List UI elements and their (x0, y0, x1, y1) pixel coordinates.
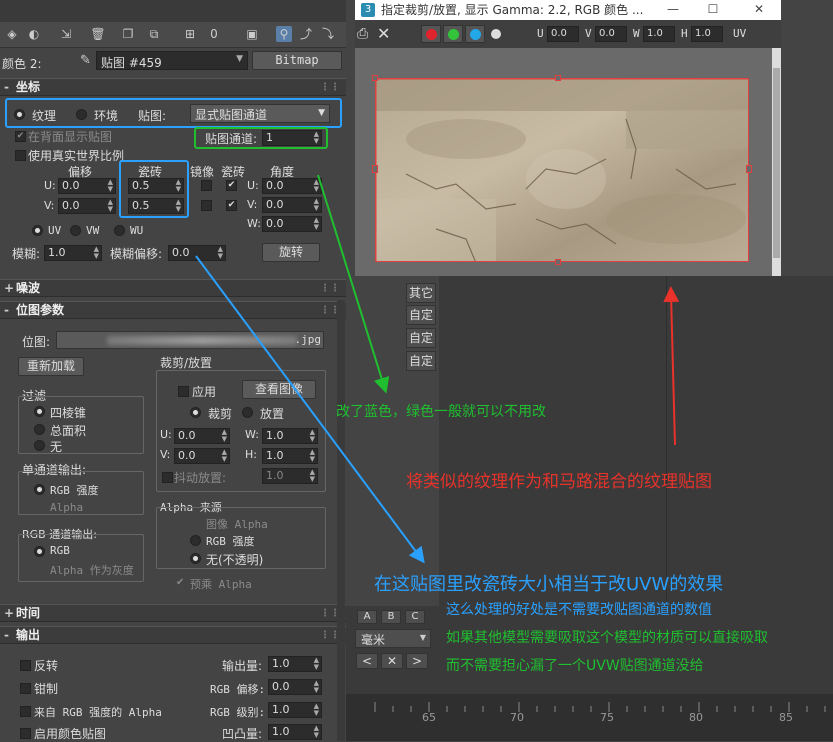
red-annotation: 将类似的纹理作为和马路混合的纹理贴图 (406, 472, 712, 492)
note-line-2: 如果其他模型需要吸取这个模型的材质可以直接吸取 (446, 630, 768, 646)
red-arrow (663, 286, 680, 446)
note-line-3: 而不需要担心漏了一个UVW贴图通道没给 (446, 658, 704, 674)
note-line-1: 这么处理的好处是不需要改贴图通道的数值 (446, 602, 712, 618)
green-arrow (317, 174, 390, 394)
green-annotation: 改了蓝色，绿色一般就可以不用改 (336, 404, 546, 420)
blue-annotation: 在这贴图里改瓷砖大小相当于改UVW的效果 (374, 574, 724, 595)
